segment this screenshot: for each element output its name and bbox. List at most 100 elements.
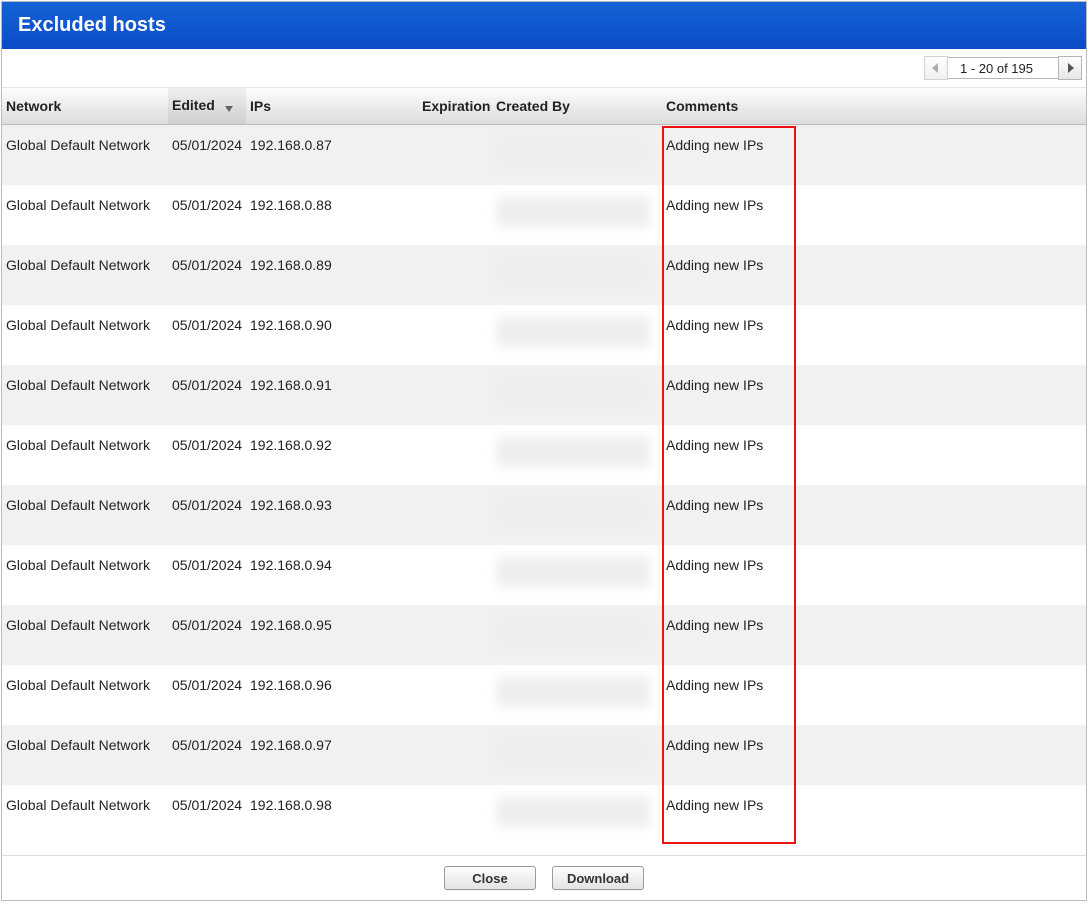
redacted-created-by	[496, 137, 650, 167]
chevron-right-icon	[1066, 63, 1074, 73]
table-row[interactable]: Global Default Network05/01/2024192.168.…	[2, 725, 1086, 785]
cell-ips-text: 192.168.0.90	[250, 317, 332, 333]
cell-network: Global Default Network	[2, 605, 168, 665]
cell-comments: Adding new IPs	[662, 665, 1086, 725]
col-header-ips[interactable]: IPs	[246, 88, 418, 125]
cell-edited: 05/01/2024	[168, 185, 246, 245]
cell-ips-text: 192.168.0.87	[250, 137, 332, 153]
cell-created-by	[492, 485, 662, 545]
col-header-comments-label: Comments	[666, 98, 738, 114]
redacted-created-by	[496, 737, 650, 767]
table-row[interactable]: Global Default Network05/01/2024192.168.…	[2, 125, 1086, 186]
cell-network-text: Global Default Network	[6, 257, 150, 273]
cell-comments-text: Adding new IPs	[666, 737, 763, 753]
table-row[interactable]: Global Default Network05/01/2024192.168.…	[2, 785, 1086, 845]
cell-network-text: Global Default Network	[6, 557, 150, 573]
cell-created-by	[492, 605, 662, 665]
cell-edited: 05/01/2024	[168, 785, 246, 845]
cell-comments-text: Adding new IPs	[666, 317, 763, 333]
excluded-hosts-dialog: Excluded hosts 1 - 20 of 195 Network E	[1, 1, 1087, 901]
cell-comments: Adding new IPs	[662, 245, 1086, 305]
cell-ips: 192.168.0.97	[246, 725, 418, 785]
cell-expiration	[418, 605, 492, 665]
cell-comments: Adding new IPs	[662, 485, 1086, 545]
download-button[interactable]: Download	[552, 866, 644, 890]
cell-network-text: Global Default Network	[6, 617, 150, 633]
cell-ips-text: 192.168.0.98	[250, 797, 332, 813]
col-header-comments[interactable]: Comments	[662, 88, 1086, 125]
pager-prev-button[interactable]	[924, 56, 948, 80]
table-row[interactable]: Global Default Network05/01/2024192.168.…	[2, 185, 1086, 245]
cell-network-text: Global Default Network	[6, 497, 150, 513]
col-header-created-by[interactable]: Created By	[492, 88, 662, 125]
cell-edited-text: 05/01/2024	[172, 557, 242, 573]
col-header-network-label: Network	[6, 98, 61, 114]
chevron-left-icon	[932, 63, 940, 73]
cell-edited: 05/01/2024	[168, 545, 246, 605]
col-header-network[interactable]: Network	[2, 88, 168, 125]
redacted-created-by	[496, 197, 650, 227]
col-header-expiration[interactable]: Expiration	[418, 88, 492, 125]
cell-expiration	[418, 305, 492, 365]
cell-edited: 05/01/2024	[168, 605, 246, 665]
cell-created-by	[492, 125, 662, 186]
cell-edited: 05/01/2024	[168, 425, 246, 485]
col-header-edited[interactable]: Edited	[168, 88, 246, 125]
cell-ips-text: 192.168.0.96	[250, 677, 332, 693]
pager-range-text: 1 - 20 of 195	[948, 57, 1058, 79]
cell-ips-text: 192.168.0.97	[250, 737, 332, 753]
cell-comments-text: Adding new IPs	[666, 257, 763, 273]
cell-edited-text: 05/01/2024	[172, 437, 242, 453]
redacted-created-by	[496, 257, 650, 287]
cell-expiration	[418, 365, 492, 425]
table-row[interactable]: Global Default Network05/01/2024192.168.…	[2, 305, 1086, 365]
cell-network: Global Default Network	[2, 365, 168, 425]
cell-comments: Adding new IPs	[662, 425, 1086, 485]
close-button[interactable]: Close	[444, 866, 536, 890]
cell-ips-text: 192.168.0.91	[250, 377, 332, 393]
redacted-created-by	[496, 617, 650, 647]
cell-comments: Adding new IPs	[662, 545, 1086, 605]
cell-comments: Adding new IPs	[662, 185, 1086, 245]
dialog-titlebar: Excluded hosts	[2, 2, 1086, 49]
cell-network: Global Default Network	[2, 125, 168, 186]
cell-ips: 192.168.0.96	[246, 665, 418, 725]
cell-comments-text: Adding new IPs	[666, 557, 763, 573]
table-row[interactable]: Global Default Network05/01/2024192.168.…	[2, 245, 1086, 305]
cell-edited-text: 05/01/2024	[172, 797, 242, 813]
cell-network-text: Global Default Network	[6, 677, 150, 693]
cell-network-text: Global Default Network	[6, 377, 150, 393]
cell-expiration	[418, 485, 492, 545]
cell-edited-text: 05/01/2024	[172, 677, 242, 693]
table-row[interactable]: Global Default Network 05/01/2024 192.168.…	[2, 665, 1086, 725]
cell-edited-text: 05/01/2024	[172, 257, 242, 273]
cell-comments: Adding new IPs	[662, 605, 1086, 665]
cell-network-text: Global Default Network	[6, 317, 150, 333]
cell-ips: 192.168.0.88	[246, 185, 418, 245]
cell-ips: 192.168.0.90	[246, 305, 418, 365]
cell-created-by	[492, 185, 662, 245]
table-row[interactable]: Global Default Network 05/01/2024 192.168.…	[2, 365, 1086, 425]
excluded-hosts-table: Network Edited IPs Expiration Created By…	[2, 88, 1086, 845]
cell-network-text: Global Default Network	[6, 437, 150, 453]
table-row[interactable]: Global Default Network05/01/2024192.168.…	[2, 605, 1086, 665]
table-wrap: Network Edited IPs Expiration Created By…	[2, 88, 1086, 855]
pager-next-button[interactable]	[1058, 56, 1082, 80]
table-row[interactable]: Global Default Network05/01/2024192.168.…	[2, 545, 1086, 605]
cell-edited-text: 05/01/2024	[172, 197, 242, 213]
cell-created-by	[492, 545, 662, 605]
table-row[interactable]: Global Default Network05/01/2024192.168.…	[2, 485, 1086, 545]
redacted-created-by	[496, 377, 650, 407]
col-header-ips-label: IPs	[250, 98, 271, 114]
cell-network: Global Default Network	[2, 425, 168, 485]
table-row[interactable]: Global Default Network05/01/2024192.168.…	[2, 425, 1086, 485]
cell-network: Global Default Network	[2, 245, 168, 305]
cell-expiration	[418, 125, 492, 186]
cell-ips-text: 192.168.0.93	[250, 497, 332, 513]
cell-edited-text: 05/01/2024	[172, 377, 242, 393]
cell-created-by	[492, 305, 662, 365]
sort-desc-icon	[225, 99, 233, 115]
cell-ips: 192.168.0.91	[246, 365, 418, 425]
col-header-expiration-label: Expiration	[422, 98, 490, 114]
cell-network: Global Default Network	[2, 185, 168, 245]
